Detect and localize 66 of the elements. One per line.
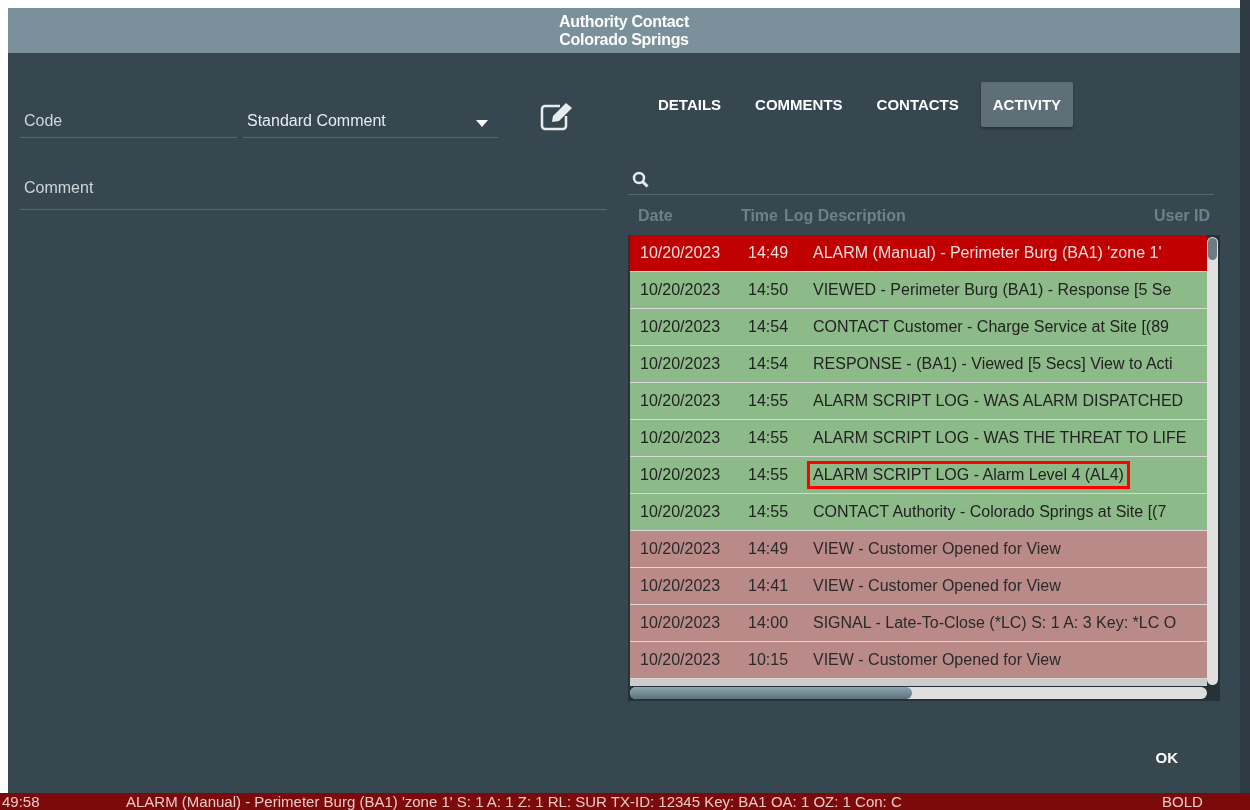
table-cell-text: 14:41	[747, 577, 790, 595]
comment-field[interactable]: Comment	[20, 166, 607, 210]
log-row[interactable]: 10/20/2023 14:55 ALARM SCRIPT LOG - WAS THE THREAT TO LIFE	[630, 420, 1207, 457]
edit-icon[interactable]	[540, 103, 574, 131]
table-cell-text: 10/20/2023	[639, 281, 722, 299]
table-cell-text: 10/20/2023	[639, 429, 722, 447]
log-row[interactable]: 10/20/2023 10:15 VIEW - Customer Opened for View	[630, 642, 1207, 679]
log-row[interactable]: 10/20/2023 14:54 RESPONSE - (BA1) - Viewed [5 Secs] View to Acti	[630, 346, 1207, 383]
table-cell-text: VIEWED - Perimeter Burg (BA1) - Response [5 Se	[812, 280, 1173, 300]
table-cell-text: 14:55	[747, 466, 790, 484]
table-cell-text: 10/20/2023	[639, 355, 722, 373]
table-cell-text: 14:50	[747, 281, 790, 299]
table-cell-text: 10/20/2023	[639, 577, 722, 595]
caret-icon	[476, 120, 488, 127]
table-cell-text: 10/20/2023	[639, 540, 722, 558]
table-cell-text: 10/20/2023	[639, 392, 722, 410]
status-time: 49:58	[1, 793, 41, 810]
dialog-title: Authority Contact	[559, 12, 689, 31]
comment-dropdown[interactable]: Standard Comment	[243, 104, 498, 138]
log-row[interactable]: 10/20/2023 14:55 CONTACT Authority - Colorado Springs at Site [(7	[630, 494, 1207, 531]
log-row[interactable]: 10/20/2023 14:50 VIEWED - Perimeter Burg (BA1) - Response [5 Se	[630, 272, 1207, 309]
vertical-scrollbar[interactable]	[1207, 237, 1218, 685]
tab[interactable]: COMMENTS	[743, 82, 855, 127]
code-field[interactable]: Code	[20, 104, 237, 138]
table-cell-text: 10/20/2023	[639, 651, 722, 669]
log-row[interactable]: 10/20/2023 14:49 ALARM (Manual) - Perimeter Burg (BA1) 'zone 1'	[630, 235, 1207, 272]
table-cell-text: SIGNAL - Late-To-Close (*LC) S: 1 A: 3 Key: *LC O	[812, 613, 1178, 633]
tab[interactable]: DETAILS	[646, 82, 734, 127]
status-message: ALARM (Manual) - Perimeter Burg (BA1) 'zone 1' S: 1 A: 1 Z: 1 RL: SUR TX-ID: 12345 Key: BA1 OA: 1 OZ: 1 Con: C	[126, 793, 903, 810]
table-cell-text: 10/20/2023	[639, 614, 722, 632]
table-cell-text: 14:55	[747, 503, 790, 521]
log-row[interactable]: 10/20/2023 14:55 ALARM SCRIPT LOG - Alarm Level 4 (AL4)	[630, 457, 1207, 494]
tab[interactable]: ACTIVITY	[980, 82, 1074, 127]
table-cell-text: 14:49	[747, 540, 790, 558]
horizontal-scrollbar[interactable]	[630, 687, 1207, 699]
table-cell-text: 14:55	[747, 392, 790, 410]
table-cell-text: 10:15	[747, 651, 790, 669]
table-cell-text: 10/20/2023	[639, 503, 722, 521]
table-cell-text: 10/20/2023	[639, 466, 722, 484]
log-row[interactable]: 10/20/2023 14:41 VIEW - Customer Opened for View	[630, 568, 1207, 605]
log-row[interactable]: 10/20/2023 14:49 VIEW - Customer Opened for View	[630, 531, 1207, 568]
table-cell-text: 14:54	[747, 355, 790, 373]
table-cell-text: 14:00	[747, 614, 790, 632]
table-cell-text: CONTACT Authority - Colorado Springs at Site [(7	[812, 502, 1168, 522]
status-user: BOLD	[1162, 793, 1204, 810]
table-cell-text: VIEW - Customer Opened for View	[812, 539, 1062, 559]
log-row[interactable]: 10/20/2023 14:55 ALARM SCRIPT LOG - WAS ALARM DISPATCHED	[630, 383, 1207, 420]
ok-button[interactable]: OK	[1145, 741, 1188, 774]
table-cell-text: CONTACT Customer - Charge Service at Site [(89	[812, 317, 1170, 337]
table-cell: ALARM SCRIPT LOG - Alarm Level 4 (AL4)	[810, 464, 1127, 486]
table-cell-text: 14:49	[747, 244, 790, 262]
table-cell-text: ALARM SCRIPT LOG - WAS ALARM DISPATCHED	[812, 391, 1185, 411]
table-cell-text: VIEW - Customer Opened for View	[812, 650, 1062, 670]
table-cell-text: 14:55	[747, 429, 790, 447]
table-cell-text: ALARM (Manual) - Perimeter Burg (BA1) 'zone 1'	[812, 243, 1163, 263]
log-row[interactable]: 10/20/2023 14:00 SIGNAL - Late-To-Close (*LC) S: 1 A: 3 Key: *LC O	[630, 605, 1207, 642]
table-cell-text: VIEW - Customer Opened for View	[812, 576, 1062, 596]
table-cell-text: ALARM SCRIPT LOG - WAS THE THREAT TO LIFE	[812, 428, 1188, 448]
tab[interactable]: CONTACTS	[864, 82, 971, 127]
search-icon[interactable]	[632, 170, 649, 188]
table-cell-text: 14:54	[747, 318, 790, 336]
dialog-title: Colorado Springs	[559, 30, 689, 49]
table-cell-text: 10/20/2023	[639, 244, 722, 262]
log-row[interactable]: 10/20/2023 14:54 CONTACT Customer - Charge Service at Site [(89	[630, 309, 1207, 346]
table-cell-text: RESPONSE - (BA1) - Viewed [5 Secs] View to Acti	[812, 354, 1174, 374]
table-cell-text: 10/20/2023	[639, 318, 722, 336]
